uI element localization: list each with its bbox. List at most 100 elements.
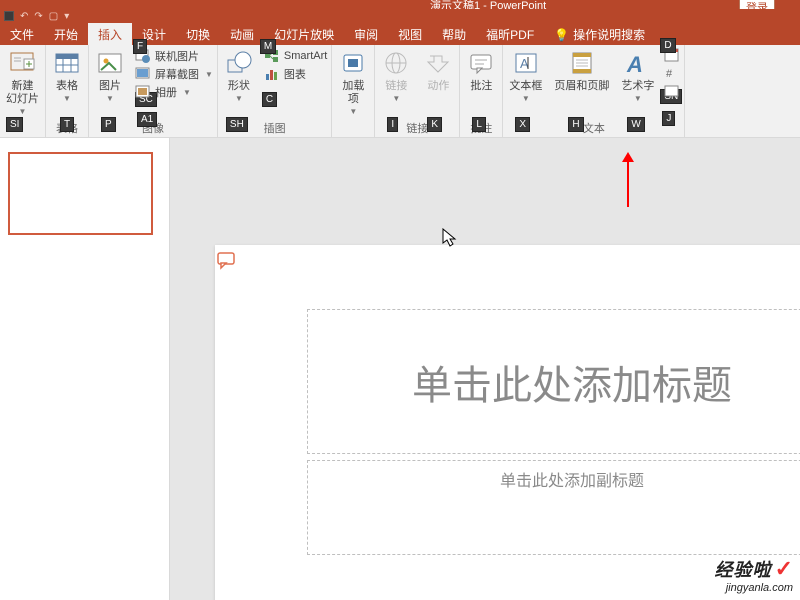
svg-text:A: A [626, 52, 643, 76]
tab-file[interactable]: 文件 [0, 23, 44, 45]
smartart-label: SmartArt [284, 50, 327, 62]
title-placeholder[interactable]: 单击此处添加标题 [307, 309, 800, 454]
redo-icon[interactable]: ↷ [34, 11, 42, 22]
headerfooter-button[interactable]: 页眉和页脚 H [548, 45, 615, 119]
new-slide-button[interactable]: 新建 幻灯片 ▼ SI [0, 45, 45, 138]
chevron-down-icon: ▼ [392, 94, 400, 103]
date-button[interactable]: D [664, 47, 680, 63]
keytip-si: SI [6, 117, 23, 132]
online-pictures-label: 联机图片 [155, 48, 199, 64]
save-icon[interactable] [4, 11, 14, 21]
group-addins: 加载 项 ▼ Z1 [332, 45, 375, 138]
chevron-down-icon: ▼ [349, 107, 357, 116]
tell-me[interactable]: 💡 操作说明搜索 [544, 23, 655, 45]
table-icon [52, 48, 82, 78]
wordart-button[interactable]: A 艺术字 ▼ W [615, 45, 660, 119]
slide-canvas-area[interactable]: 单击此处添加标题 单击此处添加副标题 [170, 138, 800, 600]
slide[interactable]: 单击此处添加标题 单击此处添加副标题 [215, 245, 800, 600]
new-slide-icon [8, 48, 38, 78]
addins-label: 加载 项 [342, 80, 364, 106]
editor-area: 单击此处添加标题 单击此处添加副标题 [0, 138, 800, 600]
group-comments: 批注 L 批注 [460, 45, 503, 138]
screenshot-label: 屏幕截图 [155, 66, 199, 82]
chevron-down-icon: ▼ [63, 94, 71, 103]
online-pictures-button[interactable]: 联机图片 F [135, 48, 213, 64]
tab-home[interactable]: 开始 [44, 23, 88, 45]
start-icon[interactable]: ▢ [49, 11, 58, 22]
chevron-down-icon: ▼ [522, 94, 530, 103]
object-icon [664, 83, 680, 99]
action-icon [423, 48, 453, 78]
svg-text:#: # [666, 68, 673, 80]
watermark-url: jingyanla.com [715, 582, 794, 594]
table-button[interactable]: 表格 ▼ T [46, 45, 88, 119]
qat-more-icon[interactable]: ▾ [64, 11, 69, 22]
comment-indicator-icon[interactable] [217, 252, 237, 275]
subtitle-placeholder[interactable]: 单击此处添加副标题 [307, 460, 800, 555]
addins-button[interactable]: 加载 项 ▼ Z1 [332, 45, 374, 138]
keytip-d: D [660, 38, 675, 53]
tell-me-label: 操作说明搜索 [573, 26, 645, 43]
shapes-icon [224, 48, 254, 78]
slidenum-button[interactable]: # SN [664, 65, 680, 81]
tab-foxit[interactable]: 福昕PDF [476, 23, 544, 45]
checkmark-icon: ✓ [775, 556, 793, 581]
tab-help[interactable]: 帮助 [432, 23, 476, 45]
undo-icon[interactable]: ↶ [20, 11, 28, 22]
slide-thumbnail-1[interactable] [8, 152, 153, 235]
keytip-j: J [662, 111, 675, 126]
thumbnail-pane[interactable] [0, 138, 170, 600]
keytip-t: T [60, 117, 74, 132]
titlebar: 演示文稿1 - PowerPoint 登录 [0, 0, 800, 9]
textbox-button[interactable]: A 文本框 ▼ X [503, 45, 548, 119]
tab-insert[interactable]: 插入 [88, 23, 132, 45]
link-icon [381, 48, 411, 78]
album-button[interactable]: 相册▼ A1 [135, 84, 213, 100]
watermark: 经验啦 ✓ jingyanla.com [715, 556, 794, 594]
shapes-button[interactable]: 形状 ▼ SH [218, 45, 260, 119]
subtitle-placeholder-text: 单击此处添加副标题 [500, 467, 644, 491]
keytip-sh: SH [226, 117, 248, 132]
object-button[interactable]: J [664, 83, 680, 99]
screenshot-button[interactable]: 屏幕截图▼ SC [135, 66, 213, 82]
keytip-h: H [568, 117, 583, 132]
number-icon: # [664, 65, 680, 81]
cursor-icon [442, 228, 458, 253]
table-label: 表格 [56, 80, 78, 93]
comment-label: 批注 [470, 80, 492, 93]
keytip-x: X [515, 117, 530, 132]
keytip-w: W [627, 117, 644, 132]
tab-view[interactable]: 视图 [388, 23, 432, 45]
picture-icon [95, 48, 125, 78]
pictures-button[interactable]: 图片 ▼ P [89, 45, 131, 119]
window-title: 演示文稿1 - PowerPoint [430, 0, 546, 9]
keytip-p: P [101, 117, 116, 132]
ribbon-tabs: 文件 开始 插入 设计 切换 动画 幻灯片放映 审阅 视图 帮助 福昕PDF 💡… [0, 23, 800, 45]
lightbulb-icon: 💡 [554, 28, 569, 42]
keytip-i: I [387, 117, 398, 132]
action-label: 动作 [427, 80, 449, 93]
keytip-f: F [133, 39, 147, 54]
keytip-k: K [427, 117, 442, 132]
tab-transitions[interactable]: 切换 [176, 23, 220, 45]
keytip-c: C [262, 92, 277, 107]
tab-review[interactable]: 审阅 [344, 23, 388, 45]
annotation-arrow [618, 152, 638, 217]
ribbon: 新建 幻灯片 ▼ SI 表格 ▼ T 表格 图片 ▼ P [0, 45, 800, 138]
chevron-down-icon: ▼ [634, 94, 642, 103]
comment-button[interactable]: 批注 L [460, 45, 502, 119]
tab-animations[interactable]: 动画 [220, 23, 264, 45]
chart-button[interactable]: 图表 C [264, 66, 327, 82]
album-label: 相册 [155, 84, 177, 100]
chart-icon [264, 66, 280, 82]
login-button[interactable]: 登录 [739, 0, 775, 9]
wordart-icon: A [623, 48, 653, 78]
wordart-label: 艺术字 [621, 80, 654, 93]
textbox-icon: A [511, 48, 541, 78]
comment-icon [466, 48, 496, 78]
addins-icon [338, 48, 368, 78]
group-text: A 文本框 ▼ X 页眉和页脚 H A 艺术字 ▼ W D # [503, 45, 685, 138]
link-button: 链接 ▼ I [375, 45, 417, 119]
smartart-button[interactable]: SmartArt M [264, 48, 327, 64]
group-tables: 表格 ▼ T 表格 [46, 45, 89, 138]
